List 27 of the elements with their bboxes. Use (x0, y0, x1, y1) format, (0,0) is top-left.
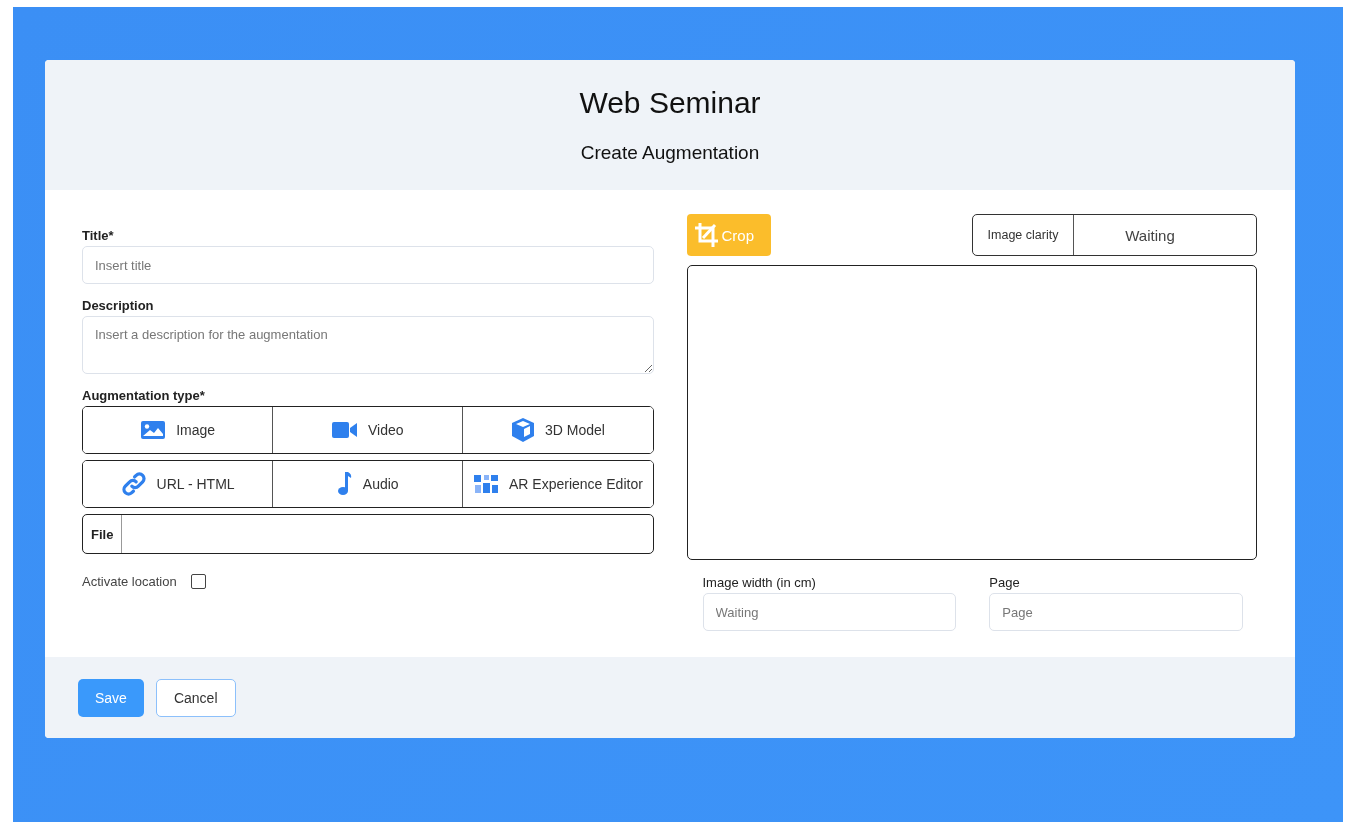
description-field[interactable]: Insert a description for the augmentation (82, 316, 654, 374)
field-label: Title* (82, 228, 115, 243)
clarity-label: Image clarity (973, 215, 1074, 255)
link-icon (120, 471, 147, 497)
type-button[interactable]: 3D Model (462, 407, 653, 453)
music-note-icon (336, 471, 353, 497)
field-label: Page (989, 575, 1021, 590)
cancel-button[interactable]: Cancel (155, 678, 236, 717)
crop-icon (693, 222, 718, 248)
checkbox-label: Activate location (82, 574, 177, 589)
title-field[interactable]: Insert title (82, 246, 654, 284)
picture-icon (140, 420, 167, 440)
type-button[interactable]: AR Experience Editor (462, 461, 653, 507)
file-label: File (83, 515, 123, 553)
file-field[interactable]: File (82, 514, 654, 554)
page-title: Web Seminar (579, 86, 761, 120)
video-camera-icon (331, 421, 358, 439)
form-title: Create Augmentation (580, 142, 760, 164)
field-label: Augmentation type* (82, 388, 206, 403)
checkbox[interactable] (190, 574, 206, 589)
clarity-value: Waiting (1124, 225, 1176, 246)
cube-icon (510, 417, 535, 443)
page-field[interactable]: Page (989, 593, 1243, 631)
field-label: Description (82, 298, 155, 313)
field-label: Image width (in cm) (702, 575, 817, 590)
width-field[interactable]: Waiting (702, 593, 957, 631)
editor-icon (473, 473, 499, 495)
